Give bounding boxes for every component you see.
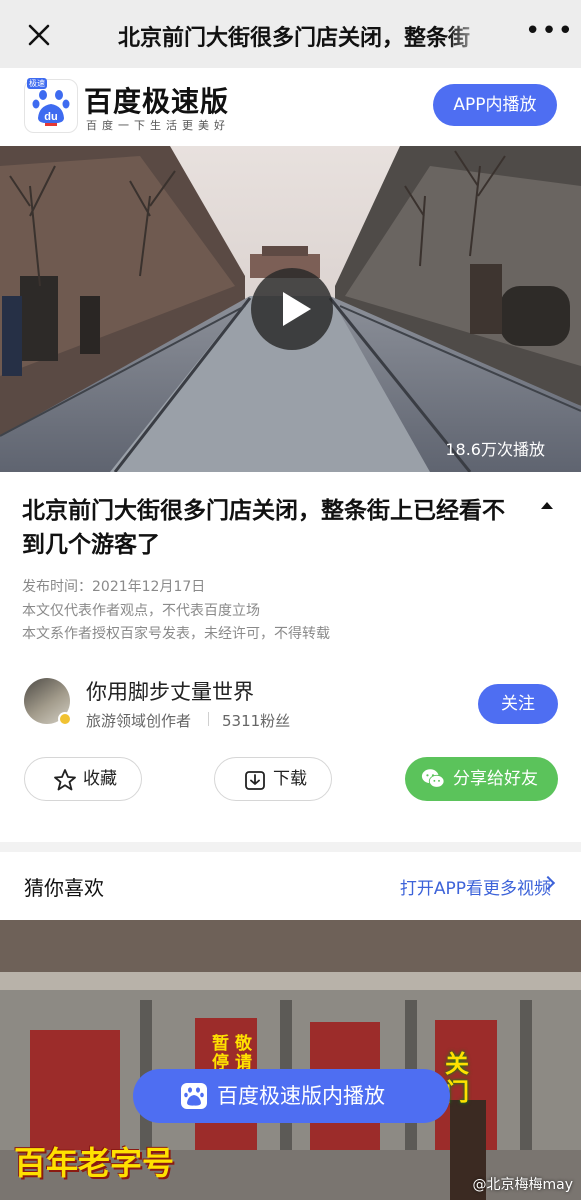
in-app-play-label: 百度极速版内播放 — [217, 1084, 385, 1108]
download-label: 下载 — [273, 769, 307, 789]
disclaimer-view: 本文仅代表作者观点，不代表百度立场 — [22, 603, 260, 619]
open-app-more-link[interactable]: 打开APP看更多视频 — [400, 874, 551, 899]
collect-button[interactable]: 收藏 — [24, 757, 142, 801]
star-icon — [54, 769, 76, 791]
brand-bar: du 极速 百度极速版 百度一下生活更美好 APP内播放 — [0, 68, 581, 146]
watermark: @北京梅梅may — [472, 1177, 573, 1193]
download-icon — [245, 771, 265, 790]
author-role: 旅游领域创作者 — [86, 712, 192, 730]
play-icon[interactable] — [251, 268, 333, 350]
download-button[interactable]: 下载 — [214, 757, 332, 801]
share-button[interactable]: 分享给好友 — [405, 757, 558, 801]
top-bar: 北京前门大街很多门店关闭，整条街 ••• — [0, 0, 581, 68]
collect-label: 收藏 — [83, 769, 117, 789]
publish-time: 发布时间：2021年12月17日 — [22, 579, 206, 595]
brand-slogan: 百度一下生活更美好 — [86, 119, 230, 132]
logo-badge: 极速 — [27, 78, 47, 89]
recommended-video[interactable]: 暂停开店 敬请期待 关门 百年老字号 — [0, 920, 581, 1200]
paw-logo-icon — [181, 1083, 207, 1109]
close-icon[interactable] — [22, 18, 56, 52]
article-card: 北京前门大街很多门店关闭，整条街上已经看不到几个游客了 发布时间：2021年12… — [0, 472, 581, 842]
disclaimer-copyright: 本文系作者授权百家号发表，未经许可，不得转载 — [22, 626, 330, 642]
logo-text: du — [44, 111, 57, 123]
recommend-title: 猜你喜欢 — [24, 876, 104, 900]
page-title: 北京前门大街很多门店关闭，整条街 — [118, 20, 488, 52]
recommend-header: 猜你喜欢 打开APP看更多视频 — [0, 852, 581, 920]
overlay-text-bottom: 百年老字号 — [14, 1144, 175, 1182]
share-label: 分享给好友 — [453, 769, 538, 789]
app-play-button[interactable]: APP内播放 — [433, 84, 557, 126]
divider — [208, 712, 209, 726]
follow-button[interactable]: 关注 — [478, 684, 558, 724]
wechat-icon — [421, 769, 445, 788]
brand-name: 百度极速版 — [84, 85, 230, 118]
overlay-text-right: 关门 — [445, 1050, 469, 1106]
article-title: 北京前门大街很多门店关闭，整条街上已经看不到几个游客了 — [22, 498, 505, 558]
verified-badge-icon — [58, 712, 72, 726]
collapse-caret-icon[interactable] — [541, 502, 553, 509]
fans-count: 5311粉丝 — [222, 712, 291, 730]
more-icon[interactable]: ••• — [525, 18, 573, 46]
author-name[interactable]: 你用脚步丈量世界 — [86, 676, 254, 706]
view-count: 18.6万次播放 — [445, 440, 545, 459]
in-app-play-button[interactable]: 百度极速版内播放 — [133, 1069, 450, 1123]
baidu-logo: du 极速 — [24, 78, 78, 133]
